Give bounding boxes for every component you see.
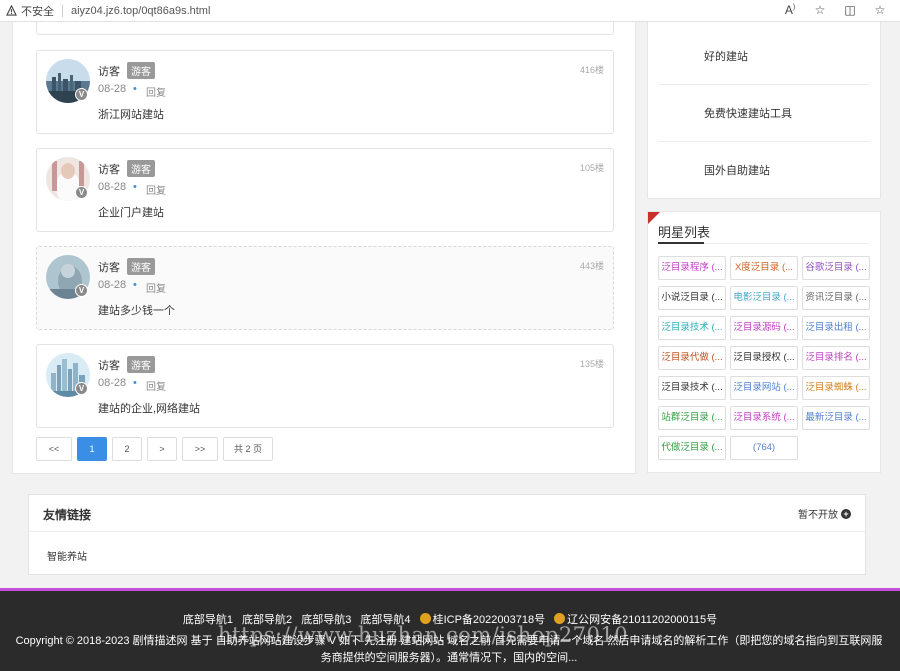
- sidebar-item[interactable]: 免费快速建站工具: [658, 85, 870, 142]
- comment-item: V 访客 游客 135楼 08-28 • 回复 建站的企业,网络建站: [36, 344, 614, 428]
- separator-dot: •: [133, 181, 137, 193]
- first-page-button[interactable]: <<: [36, 437, 72, 461]
- star-list-panel: 明星列表 泛目录程序 (... X度泛目录 (... 谷歌泛目录 (... 小说泛目录…: [647, 211, 881, 473]
- browser-address-bar: 不安全 aiyz04.jz6.top/0qt86a9s.html A) ☆ ◫ …: [0, 0, 900, 22]
- read-aloud-icon[interactable]: A): [782, 3, 798, 17]
- star-chip[interactable]: 小说泛目录 (...: [658, 286, 726, 310]
- sidebar-item-label[interactable]: 好的建站: [704, 48, 748, 64]
- verified-icon: V: [75, 186, 88, 199]
- guest-badge: 游客: [127, 160, 155, 177]
- plus-circle-icon: +: [841, 508, 851, 519]
- star-chip[interactable]: 泛目录排名 (...: [802, 346, 870, 370]
- star-chip[interactable]: 泛目录技术 (...: [658, 376, 726, 400]
- star-chip[interactable]: 泛目录网站 (...: [730, 376, 798, 400]
- star-chip[interactable]: 泛目录程序 (...: [658, 256, 726, 280]
- comment-text: 企业门户建站: [98, 207, 164, 219]
- comment-date: 08-28: [98, 181, 127, 193]
- guest-badge: 游客: [127, 258, 155, 275]
- divider: [29, 531, 865, 532]
- separator-dot: •: [133, 279, 137, 291]
- last-page-button[interactable]: >>: [182, 437, 218, 461]
- sidebar-item-label[interactable]: 免费快速建站工具: [704, 105, 792, 121]
- security-warning[interactable]: 不安全: [6, 3, 54, 19]
- split-screen-icon[interactable]: ◫: [842, 3, 858, 17]
- star-chip[interactable]: 谷歌泛目录 (...: [802, 256, 870, 280]
- separator-dot: •: [133, 377, 137, 389]
- star-chip-grid: 泛目录程序 (... X度泛目录 (... 谷歌泛目录 (... 小说泛目录 (...…: [658, 256, 870, 460]
- star-chip[interactable]: (764): [730, 436, 798, 460]
- comment-user: 访客: [98, 66, 120, 78]
- sidebar-list: 好的建站 免费快速建站工具 国外自助建站: [647, 22, 881, 199]
- star-chip[interactable]: 泛目录技术 (...: [658, 316, 726, 340]
- comment-user: 访客: [98, 360, 120, 372]
- friend-links-panel: 友情链接 暂不开放 + 智能养站: [28, 494, 866, 575]
- star-chip[interactable]: 泛目录系统 (...: [730, 406, 798, 430]
- comment-floor: 135楼: [579, 359, 604, 369]
- verified-icon: V: [75, 88, 88, 101]
- sidebar-item-label[interactable]: 国外自助建站: [704, 162, 770, 178]
- comment-item: V 访客 游客 105楼 08-28 • 回复 企业门户建站: [36, 148, 614, 232]
- separator-dot: •: [133, 83, 137, 95]
- comment-date: 08-28: [98, 83, 127, 95]
- star-chip[interactable]: 最新泛目录 (...: [802, 406, 870, 430]
- url-text[interactable]: aiyz04.jz6.top/0qt86a9s.html: [71, 5, 210, 17]
- comment-user: 访客: [98, 262, 120, 274]
- star-chip[interactable]: 泛目录源码 (...: [730, 316, 798, 340]
- watermark: https://www.huzhan.com/ishop27010: [218, 623, 629, 647]
- comments-panel: V 访客 游客 416楼 08-28 • 回复 浙江网站建站 V 访客 游客 1…: [12, 22, 636, 474]
- pagination: << 1 2 > >> 共 2 页: [36, 437, 273, 461]
- star-chip[interactable]: 泛目录代做 (...: [658, 346, 726, 370]
- page-1-button[interactable]: 1: [77, 437, 107, 461]
- friend-link[interactable]: 智能养站: [47, 548, 87, 563]
- comment-text: 浙江网站建站: [98, 109, 164, 121]
- friend-links-title: 友情链接: [43, 508, 92, 522]
- reply-link[interactable]: 回复: [146, 280, 166, 295]
- comment-item: V 访客 游客 443楼 08-28 • 回复 建站多少钱一个: [36, 246, 614, 330]
- total-pages: 共 2 页: [223, 437, 273, 461]
- not-open-label: 暂不开放: [798, 510, 838, 521]
- reply-link[interactable]: 回复: [146, 84, 166, 99]
- comment-user: 访客: [98, 164, 120, 176]
- comment-item: V 访客 游客 416楼 08-28 • 回复 浙江网站建站: [36, 50, 614, 134]
- guest-badge: 游客: [127, 356, 155, 373]
- browser-tools: A) ☆ ◫ ☆: [782, 3, 888, 17]
- not-open-link[interactable]: 暂不开放 +: [798, 506, 851, 521]
- star-chip[interactable]: 泛目录出租 (...: [802, 316, 870, 340]
- sidebar-item[interactable]: 国外自助建站: [658, 142, 870, 199]
- comment-text: 建站多少钱一个: [98, 305, 175, 317]
- warning-icon: [6, 5, 17, 16]
- guest-badge: 游客: [127, 62, 155, 79]
- favorite-icon[interactable]: ☆: [812, 3, 828, 17]
- star-list-title: 明星列表: [658, 225, 711, 240]
- previous-comment-edge: [36, 22, 614, 35]
- star-chip[interactable]: 资讯泛目录 (...: [802, 286, 870, 310]
- comment-text: 建站的企业,网络建站: [98, 403, 201, 415]
- collections-icon[interactable]: ☆: [872, 3, 888, 17]
- security-label: 不安全: [21, 5, 54, 18]
- verified-icon: V: [75, 382, 88, 395]
- comment-date: 08-28: [98, 377, 127, 389]
- comment-floor: 105楼: [579, 163, 604, 173]
- divider: [62, 4, 63, 17]
- comment-floor: 443楼: [579, 261, 604, 271]
- comment-floor: 416楼: [579, 65, 604, 75]
- sidebar-item[interactable]: 好的建站: [658, 28, 870, 85]
- title-underline: [658, 242, 704, 244]
- reply-link[interactable]: 回复: [146, 182, 166, 197]
- page-2-button[interactable]: 2: [112, 437, 142, 461]
- star-chip[interactable]: 泛目录授权 (...: [730, 346, 798, 370]
- next-page-button[interactable]: >: [147, 437, 177, 461]
- star-chip[interactable]: 代做泛目录 (...: [658, 436, 726, 460]
- verified-icon: V: [75, 284, 88, 297]
- footer: 底部导航1 底部导航2 底部导航3 底部导航4 桂ICP备2022003718号…: [0, 588, 900, 671]
- star-chip[interactable]: 泛目录蜘蛛 (...: [802, 376, 870, 400]
- star-chip[interactable]: 站群泛目录 (...: [658, 406, 726, 430]
- reply-link[interactable]: 回复: [146, 378, 166, 393]
- star-chip[interactable]: 电影泛目录 (...: [730, 286, 798, 310]
- comment-date: 08-28: [98, 279, 127, 291]
- star-chip[interactable]: X度泛目录 (...: [730, 256, 798, 280]
